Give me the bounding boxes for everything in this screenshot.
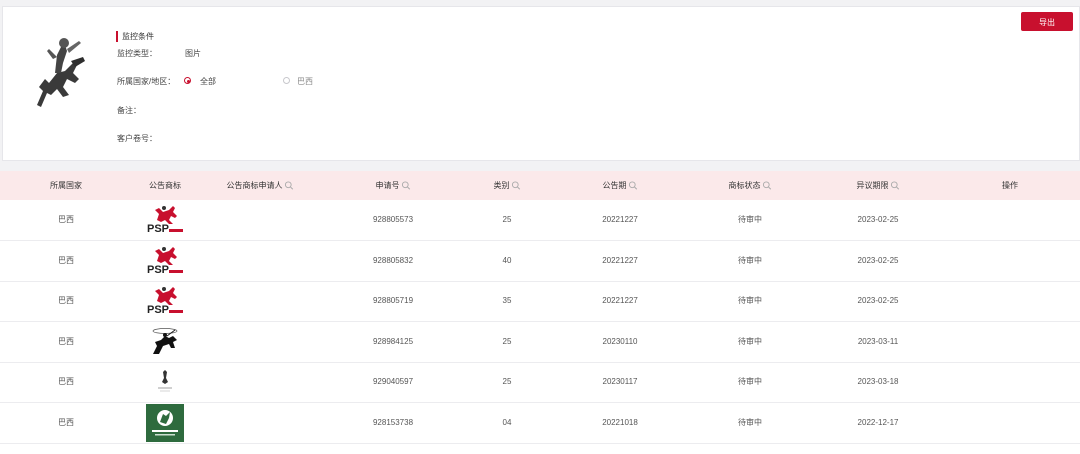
cell-app-no: 928153738: [372, 417, 414, 427]
monitored-mark-image: [27, 33, 91, 109]
cell-country: 巴西: [58, 417, 74, 427]
cell-country: 巴西: [58, 296, 74, 305]
radio-label-brazil[interactable]: 巴西: [297, 76, 313, 87]
green-square-logo-icon: [146, 403, 184, 442]
cell-deadline: 2022-12-17: [857, 417, 899, 427]
radio-unselected-icon[interactable]: [283, 77, 290, 84]
cell-class: 25: [502, 336, 512, 346]
cell-country: 巴西: [58, 215, 74, 224]
knight-on-horse-icon: [37, 38, 85, 107]
svg-text:PSP: PSP: [147, 304, 169, 316]
table-header: 所属国家 公告商标 公告商标申请人 申请号 类别 公告期 商标状态 异议期限 操作: [0, 171, 1080, 200]
table-row: 巴西 929040597 25 20230117 待审中 2023-03-18: [0, 362, 1080, 403]
search-icon[interactable]: [628, 181, 638, 191]
column-header: 所属国家: [50, 171, 82, 200]
trademark-image[interactable]: PSP: [145, 204, 185, 238]
polo-rider-logo-icon: [152, 327, 178, 354]
small-rider-logo-icon: [158, 370, 172, 392]
cell-deadline: 2023-02-25: [857, 215, 899, 224]
cell-class: 25: [502, 377, 512, 386]
cell-pub-date: 20221227: [602, 255, 638, 265]
column-header-label: 公告商标申请人: [226, 181, 283, 190]
results-table: 所属国家 公告商标 公告商标申请人 申请号 类别 公告期 商标状态 异议期限 操作 巴西 PSP 9…: [0, 171, 1080, 454]
column-header[interactable]: 公告期: [603, 171, 638, 200]
section-title: 监控条件: [116, 31, 154, 42]
cell-status: 待审中: [738, 215, 762, 224]
cell-deadline: 2023-03-18: [857, 377, 899, 386]
cell-pub-date: 20221227: [602, 296, 638, 305]
cell-pub-date: 20230110: [602, 336, 638, 346]
column-header-label: 类别: [493, 181, 510, 190]
cell-class: 40: [502, 255, 512, 265]
cell-status: 待审中: [738, 417, 762, 427]
note-label: 备注：: [117, 106, 141, 115]
cell-app-no: 928805832: [372, 255, 414, 265]
cell-app-no: 929040597: [372, 377, 414, 386]
cell-app-no: 928984125: [372, 336, 414, 346]
table-row: 巴西 PSP 928805573 25 20221227 待审中 2023-02-25: [0, 200, 1080, 241]
column-header[interactable]: 异议期限: [857, 171, 900, 200]
export-button[interactable]: 导出: [1021, 12, 1073, 31]
column-header[interactable]: 申请号: [376, 171, 411, 200]
country-label: 所属国家/地区：: [117, 77, 176, 86]
monitor-conditions-panel: 监控条件 监控类型： 图片 所属国家/地区： 全部 巴西 备注： 客户卷号： 导…: [2, 6, 1080, 161]
cell-country: 巴西: [58, 377, 74, 386]
psp-horse-logo-icon: PSP: [147, 287, 183, 316]
cell-deadline: 2023-02-25: [857, 255, 899, 265]
cell-status: 待审中: [738, 296, 762, 305]
cell-deadline: 2023-03-11: [857, 336, 899, 346]
table-row: 巴西 928984125 25 20230110 待审中 2023-03-11: [0, 322, 1080, 363]
svg-text:PSP: PSP: [147, 264, 169, 276]
customer-no-label: 客户卷号：: [117, 134, 157, 143]
table-row: 巴西 928153738 04 20221018 待审中 2022-12-17: [0, 403, 1080, 444]
cell-pub-date: 20221227: [602, 215, 638, 224]
column-header-label: 异议期限: [856, 181, 889, 190]
search-icon[interactable]: [401, 181, 411, 191]
cell-status: 待审中: [738, 377, 762, 386]
column-header[interactable]: 类别: [494, 171, 521, 200]
psp-horse-logo-icon: PSP: [147, 206, 183, 235]
search-icon[interactable]: [284, 181, 294, 191]
column-header-label: 商标状态: [728, 181, 761, 190]
cell-app-no: 928805719: [372, 296, 414, 305]
search-icon[interactable]: [890, 181, 900, 191]
cell-class: 35: [502, 296, 512, 305]
cell-status: 待审中: [738, 336, 762, 346]
search-icon[interactable]: [511, 181, 521, 191]
table-row: 巴西 PSP 928805832 40 20221227 待审中 2023-02-25: [0, 241, 1080, 282]
cell-class: 04: [502, 417, 512, 427]
cell-deadline: 2023-02-25: [857, 296, 899, 305]
psp-horse-logo-icon: PSP: [147, 246, 183, 276]
column-header: 公告商标: [149, 171, 181, 200]
monitor-type-value: 图片: [185, 49, 201, 58]
trademark-image[interactable]: PSP: [145, 285, 185, 319]
cell-pub-date: 20230117: [602, 377, 638, 386]
monitor-type-label: 监控类型：: [117, 49, 157, 58]
column-header-label: 申请号: [375, 181, 400, 190]
trademark-image[interactable]: [147, 326, 183, 360]
cell-class: 25: [502, 215, 512, 224]
svg-text:PSP: PSP: [147, 223, 169, 235]
cell-status: 待审中: [738, 255, 762, 265]
cell-pub-date: 20221018: [602, 417, 638, 427]
radio-label-all[interactable]: 全部: [200, 76, 216, 87]
column-header-label: 操作: [1002, 181, 1018, 190]
column-header-label: 公告期: [602, 181, 627, 190]
table-row: 巴西 PSP 928805719 35 20221227 待审中 2023-02-25: [0, 281, 1080, 322]
column-header: 操作: [1002, 171, 1018, 200]
column-header-label: 公告商标: [149, 181, 181, 190]
column-header-label: 所属国家: [50, 181, 82, 190]
cell-country: 巴西: [58, 255, 74, 265]
cell-app-no: 928805573: [372, 215, 414, 224]
column-header[interactable]: 公告商标申请人: [227, 171, 294, 200]
cell-country: 巴西: [58, 336, 74, 346]
trademark-image[interactable]: PSP: [145, 245, 185, 279]
trademark-image[interactable]: [150, 366, 180, 400]
radio-selected-icon[interactable]: [184, 77, 191, 84]
search-icon[interactable]: [762, 181, 772, 191]
column-header[interactable]: 商标状态: [729, 171, 772, 200]
trademark-image[interactable]: [146, 403, 184, 444]
